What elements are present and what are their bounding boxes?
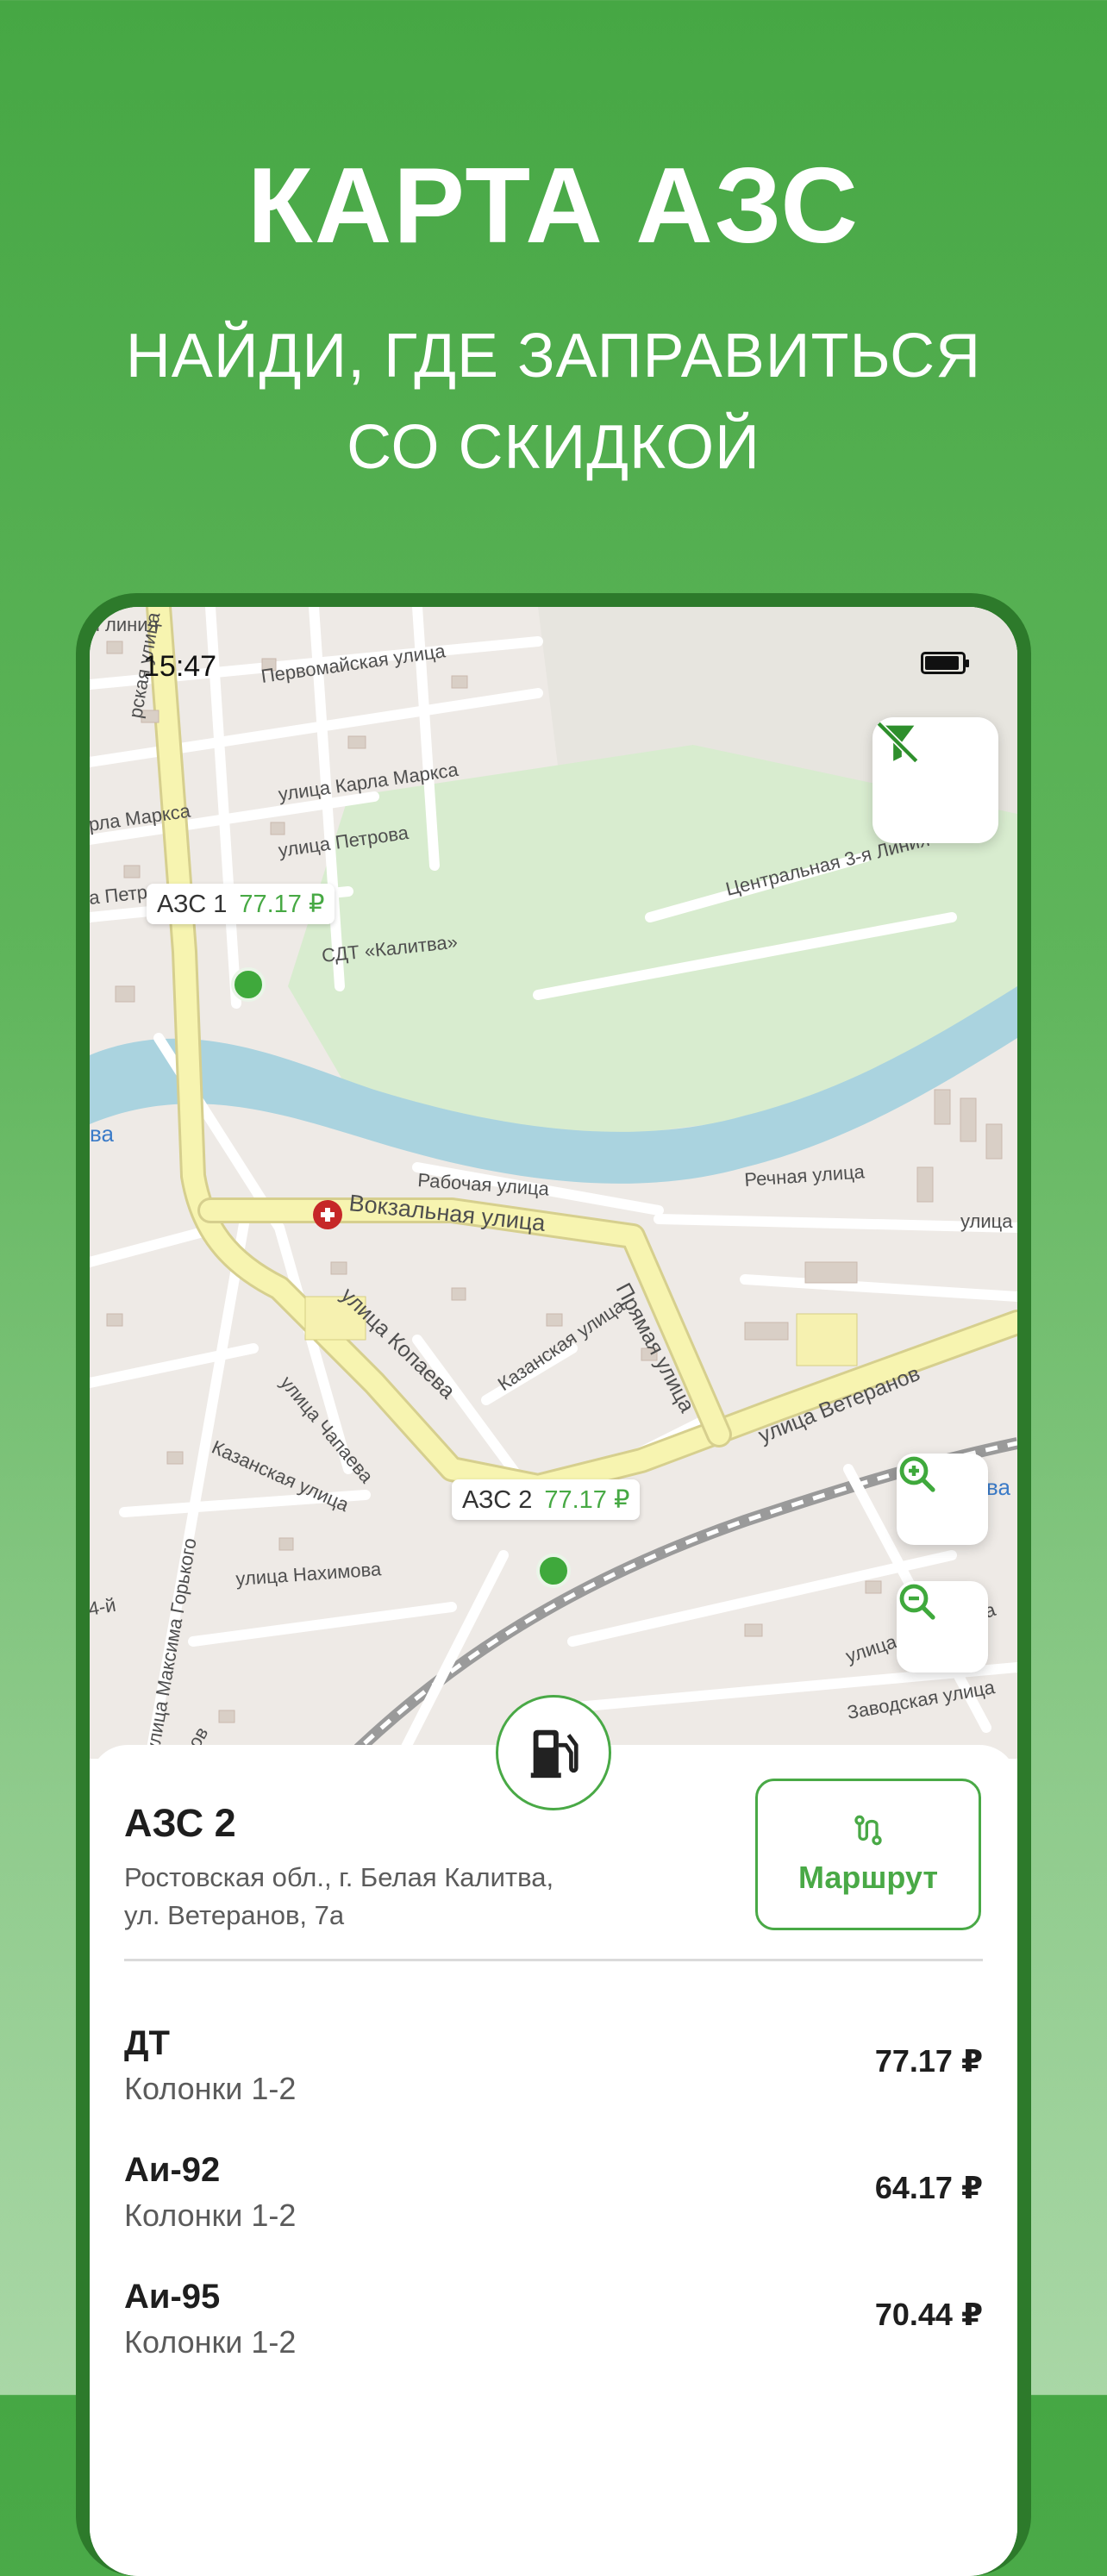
promo-subtitle-line1: НАЙДИ, ГДЕ ЗАПРАВИТЬСЯ [125, 322, 982, 391]
promo-title: КАРТА АЗС [247, 147, 860, 266]
fuel-name: Аи-95 [124, 2278, 221, 2316]
phone-screen: Первомайская улица улица Карла Маркса рл… [90, 607, 1017, 2576]
fuel-price: 77.17 ₽ [874, 2043, 983, 2079]
station-address-line1: Ростовская обл., г. Белая Калитва, [124, 1862, 554, 1892]
street-label: ва [986, 1474, 1011, 1500]
battery-icon [921, 652, 969, 674]
promo-subtitle: НАЙДИ, ГДЕ ЗАПРАВИТЬСЯ СО СКИДКОЙ [0, 310, 1107, 493]
zoom-in-button[interactable] [897, 1454, 988, 1545]
station-marker-2[interactable] [536, 1554, 571, 1588]
status-time: 15:47 [143, 650, 217, 683]
station-label-2[interactable]: АЗС 2 77.17 ₽ [452, 1479, 641, 1520]
station-label-name: АЗС 2 [462, 1486, 533, 1514]
fuel-columns: Колонки 1-2 [124, 2198, 297, 2233]
fuel-name: Аи-92 [124, 2151, 221, 2189]
map-view[interactable]: Первомайская улица улица Карла Маркса рл… [90, 607, 1017, 1759]
fuel-columns: Колонки 1-2 [124, 2071, 297, 2106]
route-button-label: Маршрут [797, 1860, 939, 1895]
street-label: улица Нахимова [235, 1558, 383, 1590]
zoom-in-icon [899, 1456, 935, 1492]
divider [124, 1959, 983, 1961]
fuel-price: 64.17 ₽ [874, 2170, 983, 2205]
phone-frame: Первомайская улица улица Карла Маркса рл… [76, 593, 1031, 2576]
street-label: улица Копаева [336, 1283, 460, 1404]
fuel-station-button[interactable] [496, 1695, 611, 1810]
fuel-pump-icon [530, 1729, 579, 1779]
station-label-1[interactable]: АЗС 1 77.17 ₽ [147, 884, 335, 924]
fuel-row-ai95[interactable]: Аи-95 Колонки 1-2 70.44 ₽ [124, 2278, 983, 2373]
route-icon [854, 1815, 882, 1846]
station-label-price: 77.17 ₽ [544, 1486, 630, 1514]
station-marker-1[interactable] [231, 967, 266, 1002]
fuel-price: 70.44 ₽ [874, 2297, 983, 2332]
street-label: улица [960, 1210, 1013, 1232]
fuel-row-dt[interactable]: ДТ Колонки 1-2 77.17 ₽ [124, 2024, 983, 2119]
filter-off-icon [876, 721, 919, 764]
fuel-name: ДТ [124, 2024, 170, 2062]
route-button[interactable]: Маршрут [755, 1779, 981, 1930]
station-address-line2: ул. Ветеранов, 7а [124, 1900, 345, 1930]
station-name: АЗС 2 [124, 1801, 236, 1845]
filter-off-button[interactable] [872, 717, 998, 843]
medical-cross-icon [313, 1200, 342, 1229]
fuel-columns: Колонки 1-2 [124, 2324, 297, 2360]
street-label: я линия [90, 614, 159, 635]
promo-subtitle-line2: СО СКИДКОЙ [347, 413, 760, 482]
street-label: ва [90, 1121, 115, 1147]
fuel-row-ai92[interactable]: Аи-92 Колонки 1-2 64.17 ₽ [124, 2151, 983, 2246]
station-label-name: АЗС 1 [157, 891, 228, 918]
street-label: 4-й [90, 1594, 117, 1620]
station-label-price: 77.17 ₽ [239, 891, 325, 918]
map-school-area [796, 1313, 858, 1366]
zoom-out-button[interactable] [897, 1581, 988, 1673]
zoom-out-icon [899, 1584, 935, 1620]
street-label: Казанская улица [494, 1294, 629, 1395]
street-label: Речная улица [744, 1160, 866, 1191]
station-address: Ростовская обл., г. Белая Калитва, ул. В… [124, 1859, 641, 1935]
